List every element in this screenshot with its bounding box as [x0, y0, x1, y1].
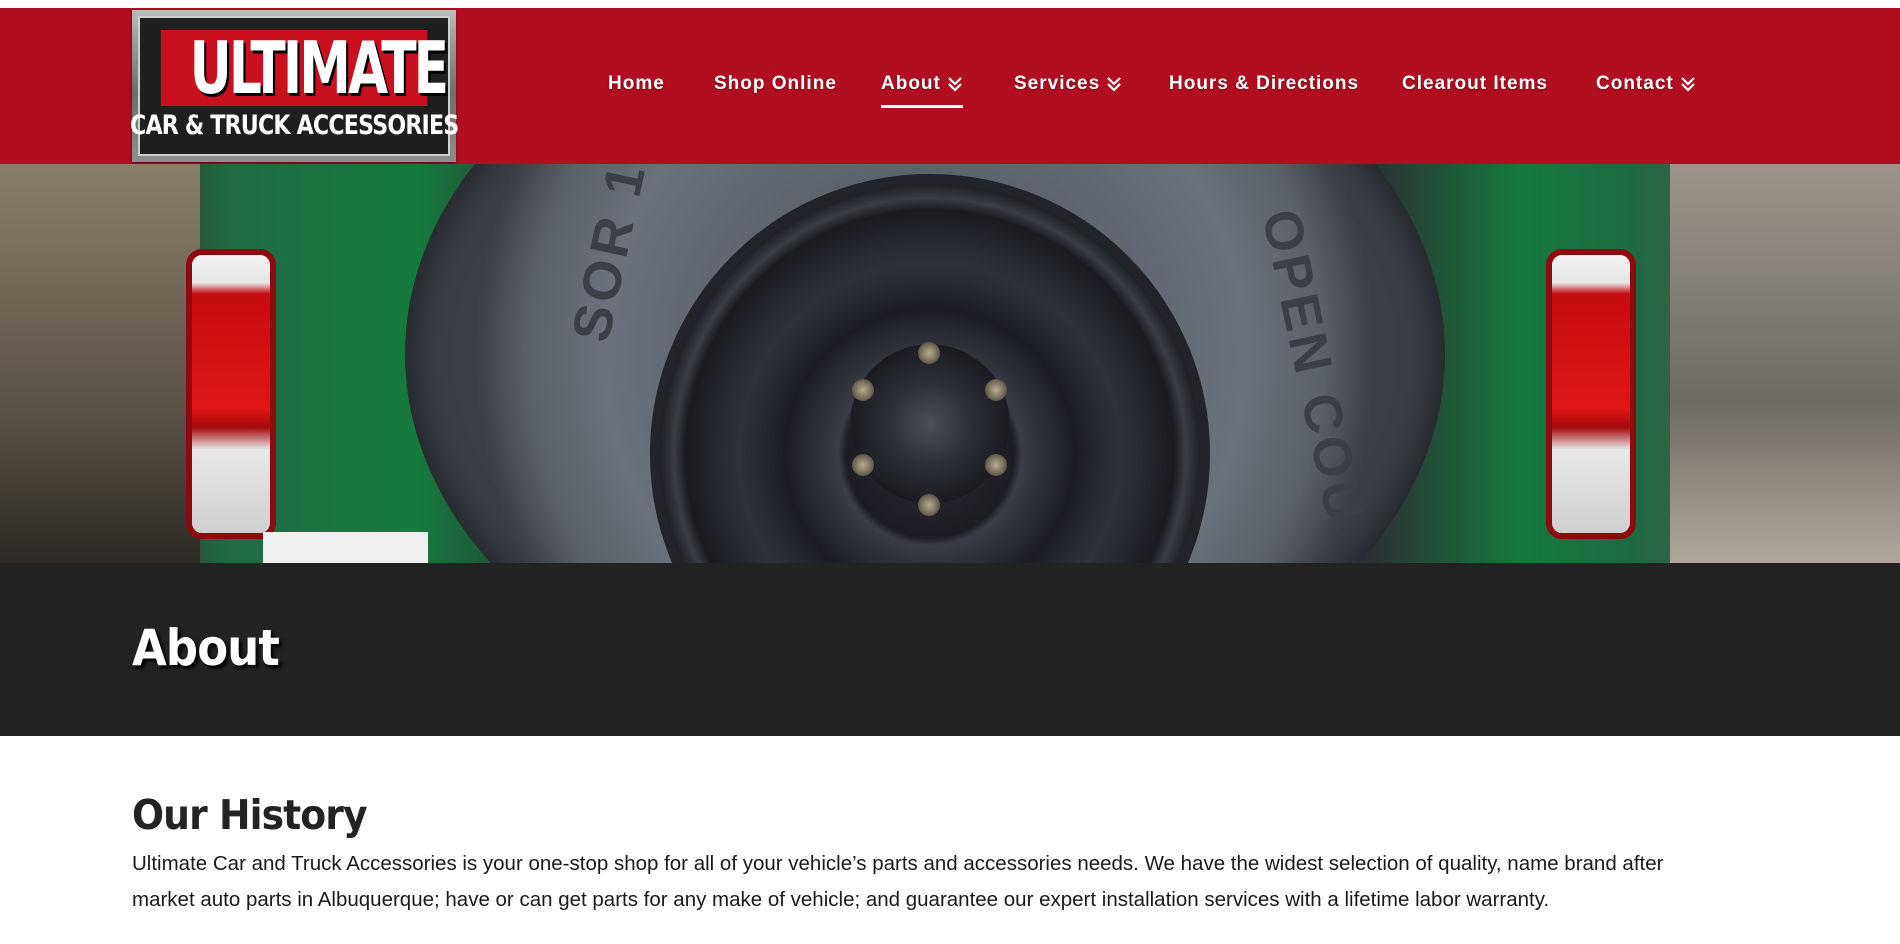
taillight-left: [186, 249, 276, 539]
lug-nut: [985, 454, 1007, 476]
nav-item-services[interactable]: Services: [1014, 64, 1122, 104]
nav-item-label: Clearout Items: [1402, 73, 1548, 94]
lug-nut: [918, 342, 940, 364]
site-header: ULTIMATE CAR & TRUCK ACCESSORIES Home Sh…: [0, 8, 1900, 164]
wheel-hub: [850, 344, 1010, 504]
nav-item-label: Home: [608, 73, 665, 94]
nav-item-contact[interactable]: Contact: [1596, 64, 1696, 104]
lug-nut: [918, 494, 940, 516]
taillight-right: [1546, 249, 1636, 539]
hero-image: SOR 17LT OPEN COU: [0, 164, 1900, 563]
main-nav: Home Shop Online About Services Hours & …: [0, 64, 1900, 108]
page-title: About: [132, 619, 280, 677]
nav-item-label: Hours & Directions: [1169, 73, 1360, 94]
nav-item-hours-directions[interactable]: Hours & Directions: [1169, 64, 1359, 104]
main-content: Our History Ultimate Car and Truck Acces…: [132, 736, 1772, 918]
nav-item-home[interactable]: Home: [608, 64, 665, 104]
section-title: Our History: [132, 791, 368, 839]
page-title-banner: About: [0, 563, 1900, 736]
top-strip: [0, 0, 1900, 8]
logo-subtitle: CAR & TRUCK ACCESSORIES: [129, 109, 459, 141]
section-body-text: Ultimate Car and Truck Accessories is yo…: [132, 852, 1664, 911]
garage-bay-right: [1670, 164, 1900, 563]
lug-nut: [852, 379, 874, 401]
double-chevron-down-icon: [948, 77, 962, 92]
nav-item-label: About: [881, 73, 941, 94]
nav-item-clearout-items[interactable]: Clearout Items: [1402, 64, 1548, 104]
nav-item-shop-online[interactable]: Shop Online: [714, 64, 837, 104]
nav-item-label: Services: [1014, 73, 1101, 94]
double-chevron-down-icon: [1107, 77, 1121, 92]
double-chevron-down-icon: [1680, 77, 1695, 92]
nav-item-label: Shop Online: [714, 73, 837, 94]
lug-nut: [852, 454, 874, 476]
lug-nut: [985, 379, 1007, 401]
license-plate: [263, 532, 428, 563]
nav-item-label: Contact: [1596, 73, 1674, 94]
nav-item-about[interactable]: About: [881, 64, 963, 108]
garage-bay-left: [0, 164, 200, 563]
